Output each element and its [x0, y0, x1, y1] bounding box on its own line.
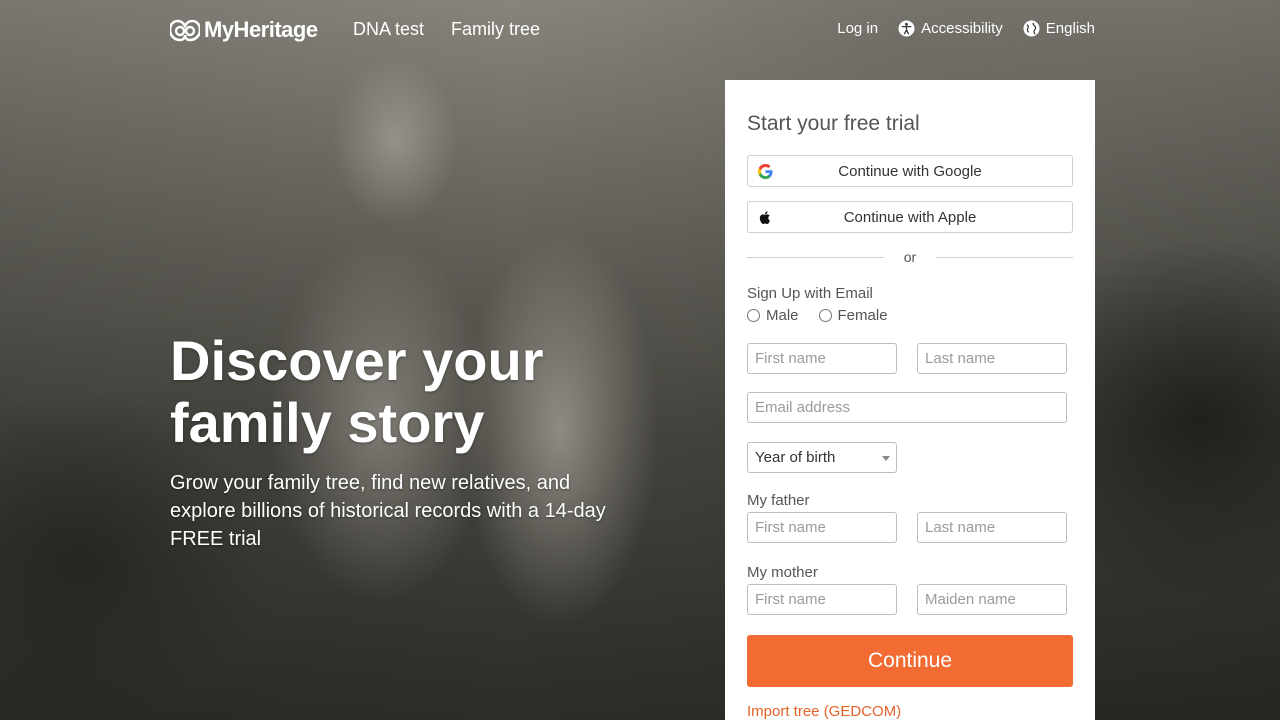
- myheritage-logo[interactable]: MyHeritage: [170, 16, 318, 44]
- gender-female-radio[interactable]: [818, 309, 832, 322]
- nav-family-tree[interactable]: Family tree: [451, 19, 540, 40]
- year-of-birth-value: Year of birth: [755, 449, 836, 466]
- gender-female-label: Female: [837, 307, 888, 324]
- year-of-birth-select[interactable]: Year of birth: [747, 442, 897, 473]
- logo-text: MyHeritage: [204, 17, 318, 42]
- first-name-input[interactable]: [747, 343, 897, 374]
- continue-with-google-button[interactable]: Continue with Google: [747, 155, 1073, 187]
- gender-male-label: Male: [766, 307, 799, 324]
- top-navigation: MyHeritage DNA test Family tree Log in A…: [0, 0, 1280, 60]
- mother-first-name-input[interactable]: [747, 584, 897, 615]
- google-icon: [758, 164, 773, 179]
- chevron-down-icon: [882, 456, 890, 461]
- gender-radio-group: Male Female: [747, 307, 888, 324]
- hero-subtext: Grow your family tree, find new relative…: [170, 472, 606, 550]
- login-link[interactable]: Log in: [837, 20, 878, 37]
- accessibility-link[interactable]: Accessibility: [898, 20, 1003, 37]
- gender-male-option[interactable]: Male: [747, 307, 799, 324]
- last-name-input[interactable]: [917, 343, 1067, 374]
- mother-maiden-name-input[interactable]: [917, 584, 1067, 615]
- divider-line-right: [936, 257, 1073, 258]
- signup-title: Start your free trial: [747, 112, 920, 135]
- login-label: Log in: [837, 20, 879, 37]
- google-button-label: Continue with Google: [838, 162, 982, 180]
- email-input[interactable]: [747, 392, 1067, 423]
- headline-line-2: family story: [170, 391, 485, 454]
- father-first-name-input[interactable]: [747, 512, 897, 543]
- nav-dna-test[interactable]: DNA test: [353, 19, 424, 40]
- import-gedcom-link[interactable]: Import tree (GEDCOM): [747, 703, 901, 720]
- language-selector[interactable]: English: [1023, 20, 1095, 37]
- continue-with-apple-button[interactable]: Continue with Apple: [747, 201, 1073, 233]
- continue-button[interactable]: Continue: [747, 635, 1073, 687]
- apple-icon: [759, 211, 770, 224]
- accessibility-label: Accessibility: [921, 20, 1003, 37]
- or-divider: or: [747, 248, 1073, 268]
- father-label: My father: [747, 492, 810, 509]
- accessibility-icon: [898, 20, 915, 37]
- signup-card: Start your free trial Continue with Goog…: [725, 80, 1095, 720]
- language-label: English: [1045, 20, 1095, 37]
- gender-male-radio[interactable]: [747, 309, 760, 322]
- email-signup-label: Sign Up with Email: [747, 285, 873, 302]
- hero-headline: Discover your family story: [170, 330, 690, 454]
- mother-label: My mother: [747, 564, 818, 581]
- logo-icon: [170, 19, 200, 42]
- father-last-name-input[interactable]: [917, 512, 1067, 543]
- apple-button-label: Continue with Apple: [843, 208, 977, 226]
- gender-female-option[interactable]: Female: [818, 307, 888, 324]
- globe-icon: [1023, 20, 1040, 37]
- header-utility-links: Log in Accessibility English: [837, 20, 1095, 37]
- headline-line-1: Discover your: [170, 329, 544, 392]
